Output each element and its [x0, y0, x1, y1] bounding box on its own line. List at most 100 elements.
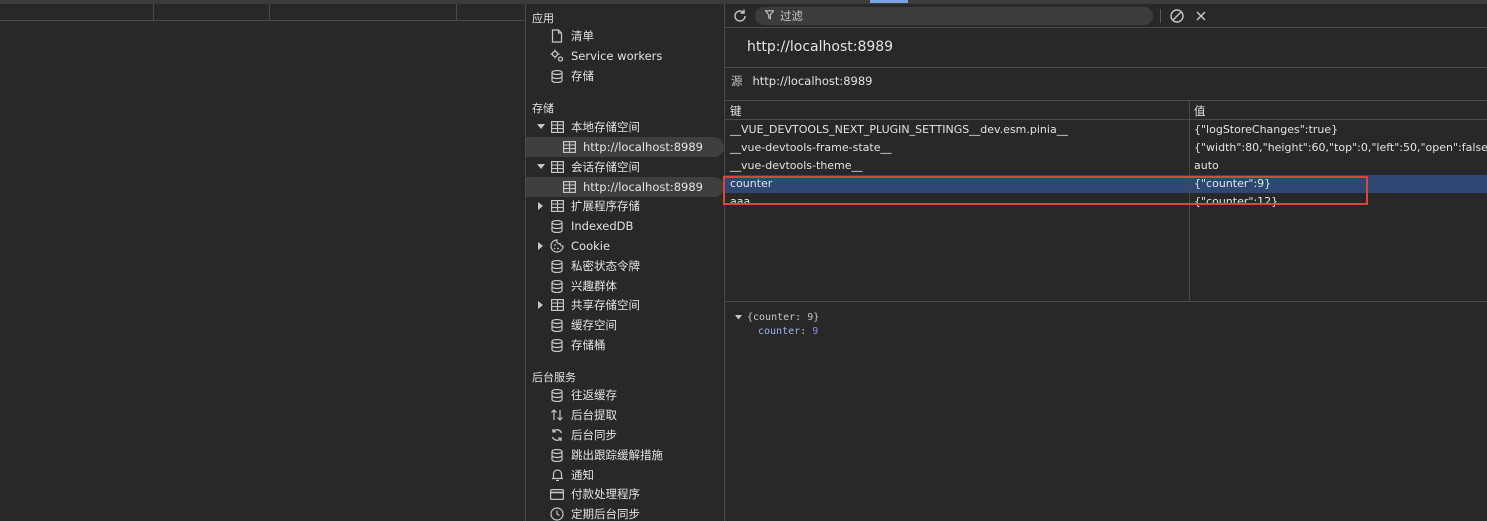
- preview-property: counter: 9: [758, 326, 819, 337]
- table-row[interactable]: __vue-devtools-frame-state__ {"width":80…: [725, 139, 1487, 157]
- sidebar-item-label: 存储桶: [571, 338, 606, 352]
- sidebar-item-label: Service workers: [571, 49, 663, 63]
- expand-triangle-icon[interactable]: [735, 312, 742, 323]
- expand-arrow-icon[interactable]: [536, 162, 546, 172]
- filter-icon: [764, 9, 775, 23]
- sidebar-item-background-fetch[interactable]: 后台提取: [526, 405, 724, 425]
- sidebar-item-label: 本地存储空间: [571, 120, 640, 134]
- sidebar-item-label: 通知: [571, 468, 594, 482]
- sidebar-item-indexeddb[interactable]: IndexedDB: [526, 216, 724, 236]
- section-title-background-services: 后台服务: [532, 371, 576, 384]
- sidebar-item-label: 会话存储空间: [571, 160, 640, 174]
- sidebar-item-local-storage[interactable]: 本地存储空间: [526, 117, 724, 137]
- expand-arrow-icon[interactable]: [536, 122, 546, 132]
- page-column-divider: [269, 4, 270, 21]
- row-key: __vue-devtools-frame-state__: [730, 141, 892, 154]
- sidebar-item-label: 共享存储空间: [571, 298, 640, 312]
- application-sidebar: 应用 清单 Service workers 存储 存储 本地存储空间 http:…: [525, 4, 725, 521]
- refresh-icon[interactable]: [732, 8, 748, 24]
- table-row[interactable]: __vue-devtools-theme__ auto: [725, 157, 1487, 175]
- sidebar-item-cache-storage[interactable]: 缓存空间: [526, 315, 724, 335]
- section-title-app: 应用: [532, 12, 554, 25]
- sidebar-item-bounce-tracking-mitigations[interactable]: 跳出跟踪缓解措施: [526, 445, 724, 465]
- sidebar-item-notifications[interactable]: 通知: [526, 465, 724, 485]
- table-icon: [550, 160, 564, 174]
- gears-icon: [550, 49, 564, 63]
- column-header-value[interactable]: 值: [1194, 103, 1206, 119]
- storage-main-panel: 过滤 http://localhost:8989 源 http://localh…: [725, 4, 1487, 521]
- card-icon: [550, 487, 564, 501]
- origin-value: http://localhost:8989: [752, 73, 873, 88]
- page-column-divider: [153, 4, 154, 21]
- sidebar-item-label: 兴趣群体: [571, 279, 617, 293]
- sidebar-item-extension-storage[interactable]: 扩展程序存储: [526, 196, 724, 216]
- preview-property-value: 9: [812, 326, 819, 337]
- delete-selected-icon[interactable]: [1193, 8, 1209, 24]
- sidebar-item-storage[interactable]: 存储: [526, 66, 724, 86]
- fetch-arrows-icon: [550, 408, 564, 422]
- sidebar-item-label: 扩展程序存储: [571, 199, 640, 213]
- preview-summary-text: {counter: 9}: [747, 312, 820, 323]
- sidebar-item-label: 定期后台同步: [571, 507, 640, 521]
- active-tab-indicator: [870, 0, 908, 3]
- sidebar-item-label: 后台同步: [571, 428, 617, 442]
- sidebar-item-label: 存储: [571, 69, 594, 83]
- cookie-icon: [550, 239, 564, 253]
- sidebar-item-session-storage-origin[interactable]: http://localhost:8989: [526, 177, 724, 197]
- sidebar-item-interest-groups[interactable]: 兴趣群体: [526, 276, 724, 296]
- sidebar-item-label: IndexedDB: [571, 219, 634, 233]
- collapsed-arrow-icon[interactable]: [536, 300, 546, 310]
- sidebar-item-label: Cookie: [571, 239, 611, 253]
- sidebar-item-back-forward-cache[interactable]: 往返缓存: [526, 385, 724, 405]
- sidebar-item-storage-buckets[interactable]: 存储桶: [526, 335, 724, 355]
- document-icon: [550, 29, 564, 43]
- sidebar-item-label: 后台提取: [571, 408, 617, 422]
- page-table-header: [0, 4, 525, 21]
- table-icon: [562, 140, 576, 154]
- inspected-page-area: [0, 0, 525, 521]
- value-preview: {counter: 9} counter: 9: [725, 302, 1487, 521]
- sidebar-item-label: 私密状态令牌: [571, 259, 640, 273]
- sidebar-item-session-storage[interactable]: 会话存储空间: [526, 157, 724, 177]
- database-icon: [550, 219, 564, 233]
- sidebar-item-label: 清单: [571, 29, 594, 43]
- sidebar-item-cookie[interactable]: Cookie: [526, 236, 724, 256]
- table-row[interactable]: __VUE_DEVTOOLS_NEXT_PLUGIN_SETTINGS__dev…: [725, 121, 1487, 139]
- section-title-storage: 存储: [532, 102, 554, 115]
- sync-icon: [550, 428, 564, 442]
- database-icon: [550, 448, 564, 462]
- clear-all-icon[interactable]: [1169, 8, 1185, 24]
- table-icon: [550, 298, 564, 312]
- column-header-key[interactable]: 键: [730, 103, 742, 119]
- table-icon: [550, 120, 564, 134]
- sidebar-item-label: 付款处理程序: [571, 487, 640, 501]
- sidebar-item-manifest[interactable]: 清单: [526, 26, 724, 46]
- collapsed-arrow-icon[interactable]: [536, 241, 546, 251]
- sidebar-item-periodic-background-sync[interactable]: 定期后台同步: [526, 504, 724, 521]
- database-icon: [550, 69, 564, 83]
- preview-property-name: counter: [758, 326, 801, 337]
- bell-icon: [550, 468, 564, 482]
- sidebar-item-background-sync[interactable]: 后台同步: [526, 425, 724, 445]
- sidebar-item-private-state-tokens[interactable]: 私密状态令牌: [526, 256, 724, 276]
- origin-title: http://localhost:8989: [747, 39, 894, 55]
- sidebar-item-shared-storage[interactable]: 共享存储空间: [526, 295, 724, 315]
- database-icon: [550, 279, 564, 293]
- filter-input[interactable]: 过滤: [755, 7, 1153, 25]
- database-icon: [550, 338, 564, 352]
- filter-placeholder: 过滤: [780, 9, 803, 23]
- origin-label: 源: [731, 73, 743, 88]
- collapsed-arrow-icon[interactable]: [536, 201, 546, 211]
- preview-object-summary[interactable]: {counter: 9}: [735, 312, 819, 323]
- sidebar-item-payment-handler[interactable]: 付款处理程序: [526, 484, 724, 504]
- table-header: 键 值: [725, 101, 1487, 120]
- toolbar-divider: [1160, 9, 1161, 23]
- page-column-divider: [456, 4, 457, 21]
- table-icon: [550, 199, 564, 213]
- sidebar-item-service-workers[interactable]: Service workers: [526, 46, 724, 66]
- sidebar-item-local-storage-origin[interactable]: http://localhost:8989: [526, 137, 724, 157]
- table-icon: [562, 180, 576, 194]
- sidebar-item-label: http://localhost:8989: [583, 180, 703, 194]
- row-value: {"width":80,"height":60,"top":0,"left":5…: [1194, 141, 1487, 154]
- sidebar-item-label: http://localhost:8989: [583, 140, 703, 154]
